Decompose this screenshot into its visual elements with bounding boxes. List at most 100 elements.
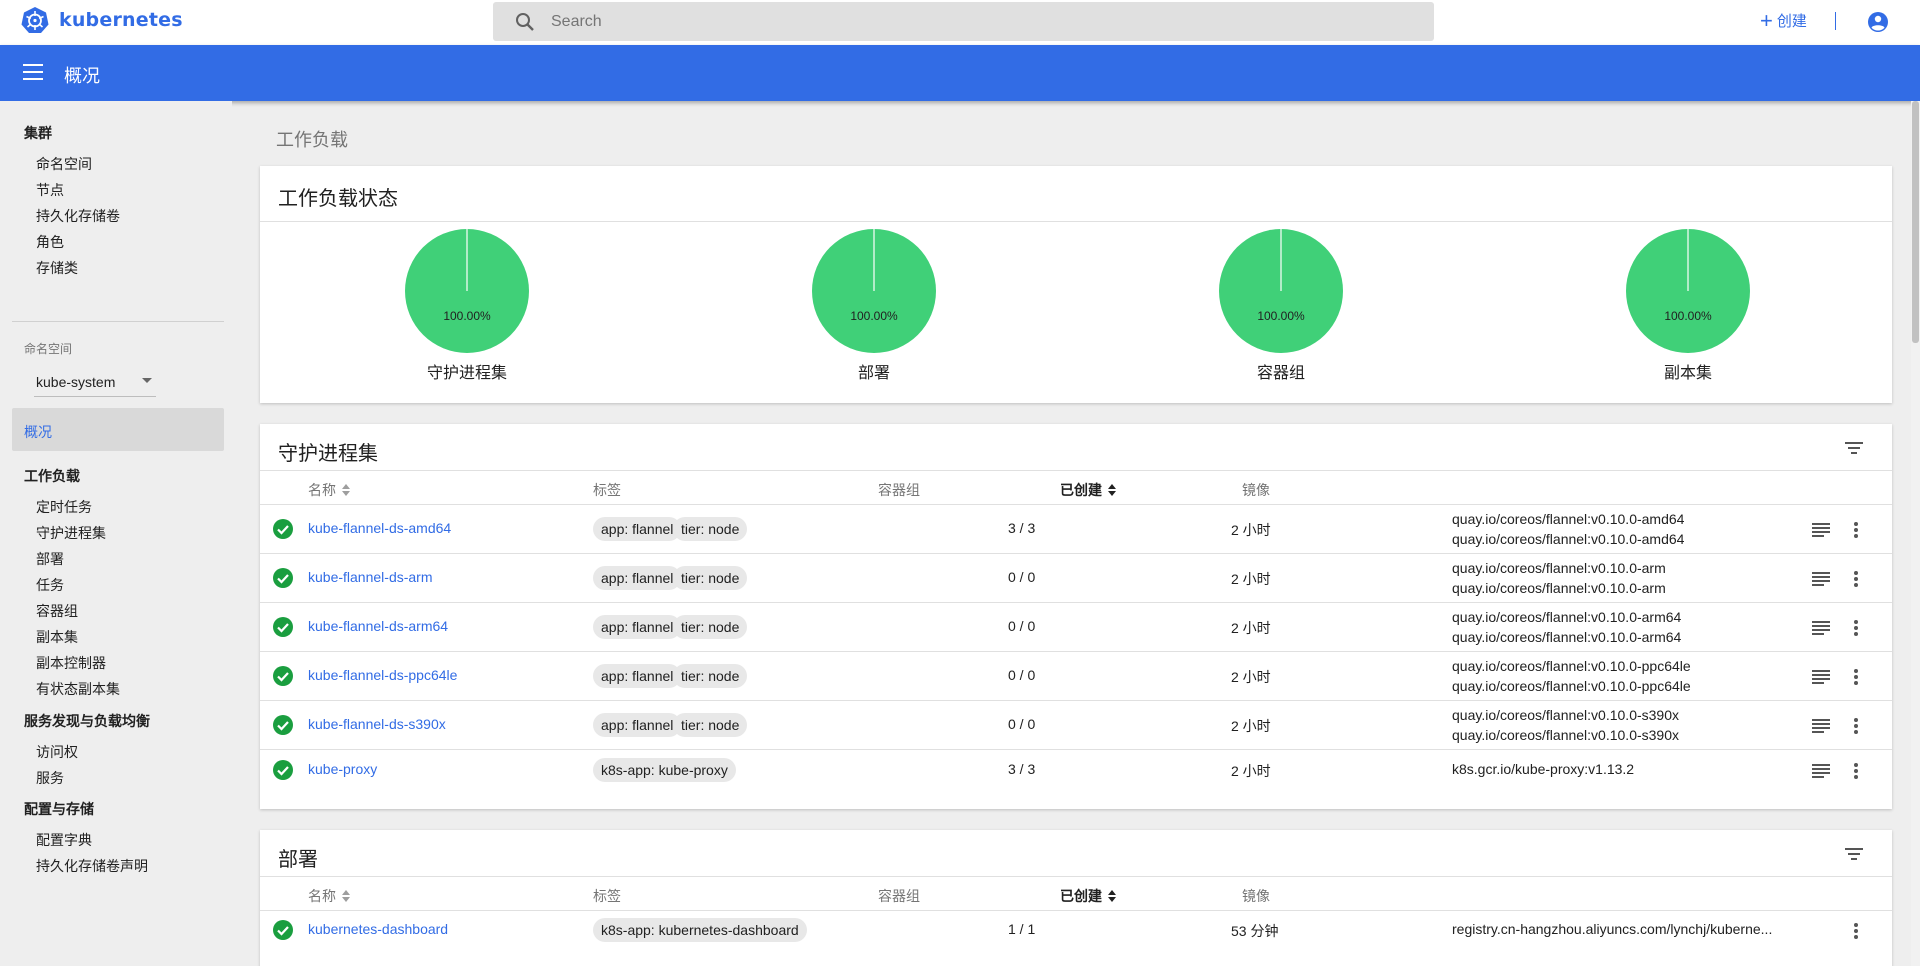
top-bar: kubernetes + 创建: [0, 0, 1920, 45]
pie-chart-pods: 100.00% 容器组: [1181, 229, 1381, 383]
sidebar-group-workloads[interactable]: 工作负载: [24, 466, 80, 486]
check-circle-icon: [273, 760, 293, 780]
pods-count: 0 / 0: [1008, 569, 1036, 585]
sidebar-item-nodes[interactable]: 节点: [36, 180, 64, 200]
table-row: kube-flannel-ds-arm64 app: flannel tier:…: [260, 602, 1892, 651]
logs-icon[interactable]: [1812, 572, 1830, 586]
logs-icon[interactable]: [1812, 764, 1830, 778]
pie-chart-deployments: 100.00% 部署: [774, 229, 974, 383]
logs-icon[interactable]: [1812, 621, 1830, 635]
logs-icon[interactable]: [1812, 670, 1830, 684]
images-cell: quay.io/coreos/flannel:v0.10.0-arm quay.…: [1452, 560, 1666, 596]
column-header-name[interactable]: 名称: [308, 480, 350, 500]
card-title: 守护进程集: [278, 443, 378, 465]
resource-link[interactable]: kube-proxy: [308, 761, 377, 777]
workload-status-card: 工作负载状态 100.00% 守护进程集 100.00% 部署 100.00%: [260, 166, 1892, 403]
scrollbar-thumb[interactable]: [1912, 101, 1919, 343]
account-circle-icon[interactable]: [1866, 10, 1890, 34]
column-header-pods: 容器组: [878, 888, 920, 904]
table-row: kube-flannel-ds-arm app: flannel tier: n…: [260, 553, 1892, 602]
sidebar-item-jobs[interactable]: 任务: [36, 575, 64, 595]
label-chip: app: flannel: [593, 517, 682, 541]
resource-link[interactable]: kube-flannel-ds-amd64: [308, 520, 451, 536]
column-header-created[interactable]: 已创建: [1060, 886, 1116, 906]
more-vert-icon[interactable]: [1854, 522, 1858, 538]
column-header-pods: 容器组: [878, 482, 920, 498]
pods-count: 0 / 0: [1008, 667, 1036, 683]
sidebar-item-persistent-volumes[interactable]: 持久化存储卷: [36, 206, 120, 226]
namespace-select[interactable]: kube-system: [34, 368, 156, 397]
resource-link[interactable]: kube-flannel-ds-ppc64le: [308, 667, 457, 683]
column-header-labels: 标签: [593, 482, 621, 498]
kubernetes-logo-icon: [21, 7, 49, 33]
filter-icon[interactable]: [1844, 438, 1864, 458]
label-chip: app: flannel: [593, 664, 682, 688]
sidebar-item-deployments[interactable]: 部署: [36, 549, 64, 569]
label-chip: tier: node: [673, 566, 748, 590]
sidebar-item-roles[interactable]: 角色: [36, 232, 64, 252]
more-vert-icon[interactable]: [1854, 571, 1858, 587]
resource-link[interactable]: kubernetes-dashboard: [308, 921, 448, 937]
sidebar-item-services[interactable]: 服务: [36, 768, 64, 788]
search-input[interactable]: [551, 12, 1351, 31]
page-title: 概况: [64, 66, 100, 86]
sidebar-item-pvcs[interactable]: 持久化存储卷声明: [36, 856, 148, 876]
more-vert-icon[interactable]: [1854, 923, 1858, 939]
label-chip: tier: node: [673, 517, 748, 541]
logs-icon[interactable]: [1812, 523, 1830, 537]
images-cell: k8s.gcr.io/kube-proxy:v1.13.2: [1452, 761, 1635, 777]
search-bar[interactable]: [493, 2, 1434, 41]
sort-icon: [1108, 890, 1116, 902]
sidebar-group-discovery[interactable]: 服务发现与负载均衡: [24, 711, 150, 731]
sidebar-item-storage-classes[interactable]: 存储类: [36, 258, 78, 278]
sidebar-item-replicasets[interactable]: 副本集: [36, 627, 78, 647]
resource-link[interactable]: kube-flannel-ds-arm64: [308, 618, 448, 634]
sidebar-item-namespaces[interactable]: 命名空间: [36, 154, 92, 174]
sort-icon: [342, 484, 350, 496]
column-header-created[interactable]: 已创建: [1060, 480, 1116, 500]
table-row: kube-proxy k8s-app: kube-proxy 3 / 3 2 小…: [260, 749, 1892, 791]
more-vert-icon[interactable]: [1854, 718, 1858, 734]
sidebar-item-replication-controllers[interactable]: 副本控制器: [36, 653, 106, 673]
sidebar-item-daemonsets[interactable]: 守护进程集: [36, 523, 106, 543]
sidebar-group-config-storage[interactable]: 配置与存储: [24, 799, 94, 819]
resource-link[interactable]: kube-flannel-ds-s390x: [308, 716, 446, 732]
filter-icon[interactable]: [1844, 844, 1864, 864]
more-vert-icon[interactable]: [1854, 620, 1858, 636]
plus-icon: +: [1760, 7, 1773, 33]
column-header-name[interactable]: 名称: [308, 886, 350, 906]
create-button[interactable]: + 创建: [1760, 7, 1807, 33]
pie-percent: 100.00%: [1664, 309, 1712, 323]
sidebar-item-pods[interactable]: 容器组: [36, 601, 78, 621]
pie-label: 副本集: [1663, 365, 1712, 382]
column-header-images: 镜像: [1242, 888, 1270, 904]
menu-icon[interactable]: [23, 64, 43, 80]
pie-chart-daemonsets: 100.00% 守护进程集: [367, 229, 567, 383]
pods-count: 0 / 0: [1008, 716, 1036, 732]
card-title: 工作负载状态: [278, 188, 398, 210]
images-cell: quay.io/coreos/flannel:v0.10.0-amd64 qua…: [1452, 511, 1685, 547]
sidebar-item-overview[interactable]: 概况: [12, 408, 224, 451]
sidebar-item-cronjobs[interactable]: 定时任务: [36, 497, 92, 517]
sidebar-item-statefulsets[interactable]: 有状态副本集: [36, 679, 120, 699]
label-chip: app: flannel: [593, 615, 682, 639]
brand-logo[interactable]: kubernetes: [21, 6, 183, 34]
scrollbar[interactable]: [1911, 101, 1920, 966]
more-vert-icon[interactable]: [1854, 669, 1858, 685]
sort-icon: [1108, 484, 1116, 496]
resource-link[interactable]: kube-flannel-ds-arm: [308, 569, 433, 585]
column-header-labels: 标签: [593, 888, 621, 904]
namespace-label: 命名空间: [24, 342, 73, 356]
created-age: 2 小时: [1231, 571, 1271, 587]
pods-count: 1 / 1: [1008, 921, 1036, 937]
label-chip: k8s-app: kubernetes-dashboard: [593, 918, 807, 942]
pie-percent: 100.00%: [850, 309, 898, 323]
table-row: kube-flannel-ds-amd64 app: flannel tier:…: [260, 504, 1892, 553]
sidebar-item-config-maps[interactable]: 配置字典: [36, 830, 92, 850]
sidebar-item-ingresses[interactable]: 访问权: [36, 742, 78, 762]
sort-icon: [342, 890, 350, 902]
logs-icon[interactable]: [1812, 719, 1830, 733]
sidebar-group-cluster[interactable]: 集群: [24, 123, 52, 143]
more-vert-icon[interactable]: [1854, 763, 1858, 779]
check-circle-icon: [273, 519, 293, 539]
